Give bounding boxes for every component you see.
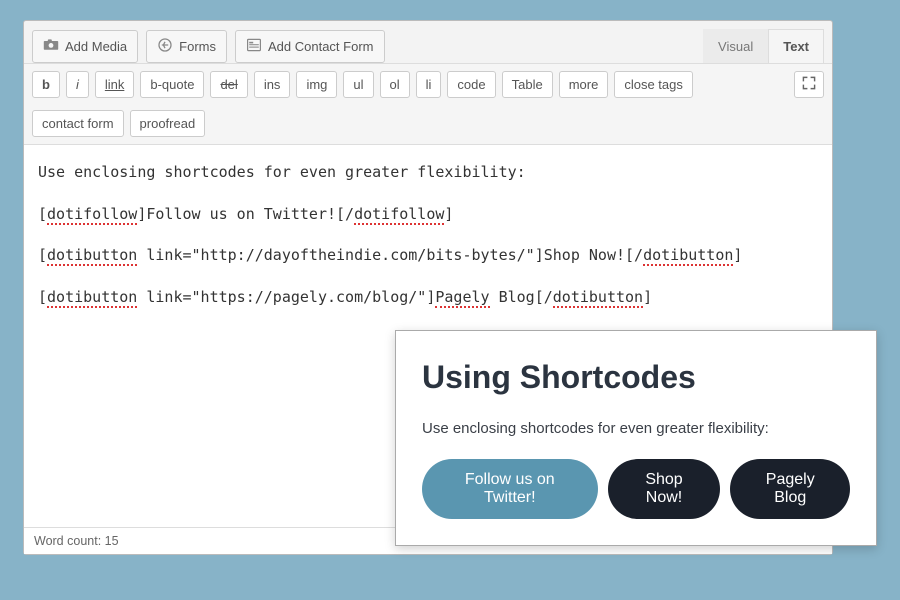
qt-li-button[interactable]: li <box>416 71 442 98</box>
editor-line: [dotifollow]Follow us on Twitter![/dotif… <box>38 203 818 226</box>
shop-now-button[interactable]: Shop Now! <box>608 459 721 519</box>
add-media-button[interactable]: Add Media <box>32 30 138 63</box>
wordcount-label: Word count: <box>34 534 105 548</box>
distraction-free-button[interactable] <box>794 71 824 98</box>
qt-contactform-button[interactable]: contact form <box>32 110 124 137</box>
forms-button[interactable]: Forms <box>146 30 227 63</box>
editor-line: Use enclosing shortcodes for even greate… <box>38 161 818 184</box>
media-button-bar: Add Media Forms Add Contact Form Visual … <box>24 21 832 63</box>
follow-twitter-button[interactable]: Follow us on Twitter! <box>422 459 598 519</box>
add-media-label: Add Media <box>65 39 127 54</box>
add-contact-form-label: Add Contact Form <box>268 39 374 54</box>
qt-closetags-button[interactable]: close tags <box>614 71 693 98</box>
qt-proofread-button[interactable]: proofread <box>130 110 206 137</box>
tab-visual[interactable]: Visual <box>703 29 768 64</box>
qt-italic-button[interactable]: i <box>66 71 89 98</box>
camera-icon <box>43 37 59 56</box>
qt-table-button[interactable]: Table <box>502 71 553 98</box>
qt-link-button[interactable]: link <box>95 71 135 98</box>
editor-mode-tabs: Visual Text <box>703 29 824 64</box>
qt-del-button[interactable]: del <box>210 71 247 98</box>
qt-ins-button[interactable]: ins <box>254 71 291 98</box>
qt-ol-button[interactable]: ol <box>380 71 410 98</box>
pagely-blog-button[interactable]: Pagely Blog <box>730 459 850 519</box>
editor-line: [dotibutton link="http://dayoftheindie.c… <box>38 244 818 267</box>
qt-bquote-button[interactable]: b-quote <box>140 71 204 98</box>
forms-label: Forms <box>179 39 216 54</box>
editor-line: [dotibutton link="https://pagely.com/blo… <box>38 286 818 309</box>
wordcount-value: 15 <box>105 534 119 548</box>
fullscreen-icon <box>801 75 817 94</box>
add-contact-form-button[interactable]: Add Contact Form <box>235 30 385 63</box>
contact-form-icon <box>246 37 262 56</box>
frontend-preview-card: Using Shortcodes Use enclosing shortcode… <box>395 330 877 546</box>
preview-button-row: Follow us on Twitter! Shop Now! Pagely B… <box>422 459 850 519</box>
qt-more-button[interactable]: more <box>559 71 609 98</box>
quicktags-toolbar: b i link b-quote del ins img ul ol li co… <box>24 63 832 145</box>
qt-ul-button[interactable]: ul <box>343 71 373 98</box>
qt-img-button[interactable]: img <box>296 71 337 98</box>
qt-code-button[interactable]: code <box>447 71 495 98</box>
preview-paragraph: Use enclosing shortcodes for even greate… <box>422 420 850 437</box>
forms-icon <box>157 37 173 56</box>
preview-title: Using Shortcodes <box>422 359 850 396</box>
qt-bold-button[interactable]: b <box>32 71 60 98</box>
tab-text[interactable]: Text <box>768 29 824 64</box>
